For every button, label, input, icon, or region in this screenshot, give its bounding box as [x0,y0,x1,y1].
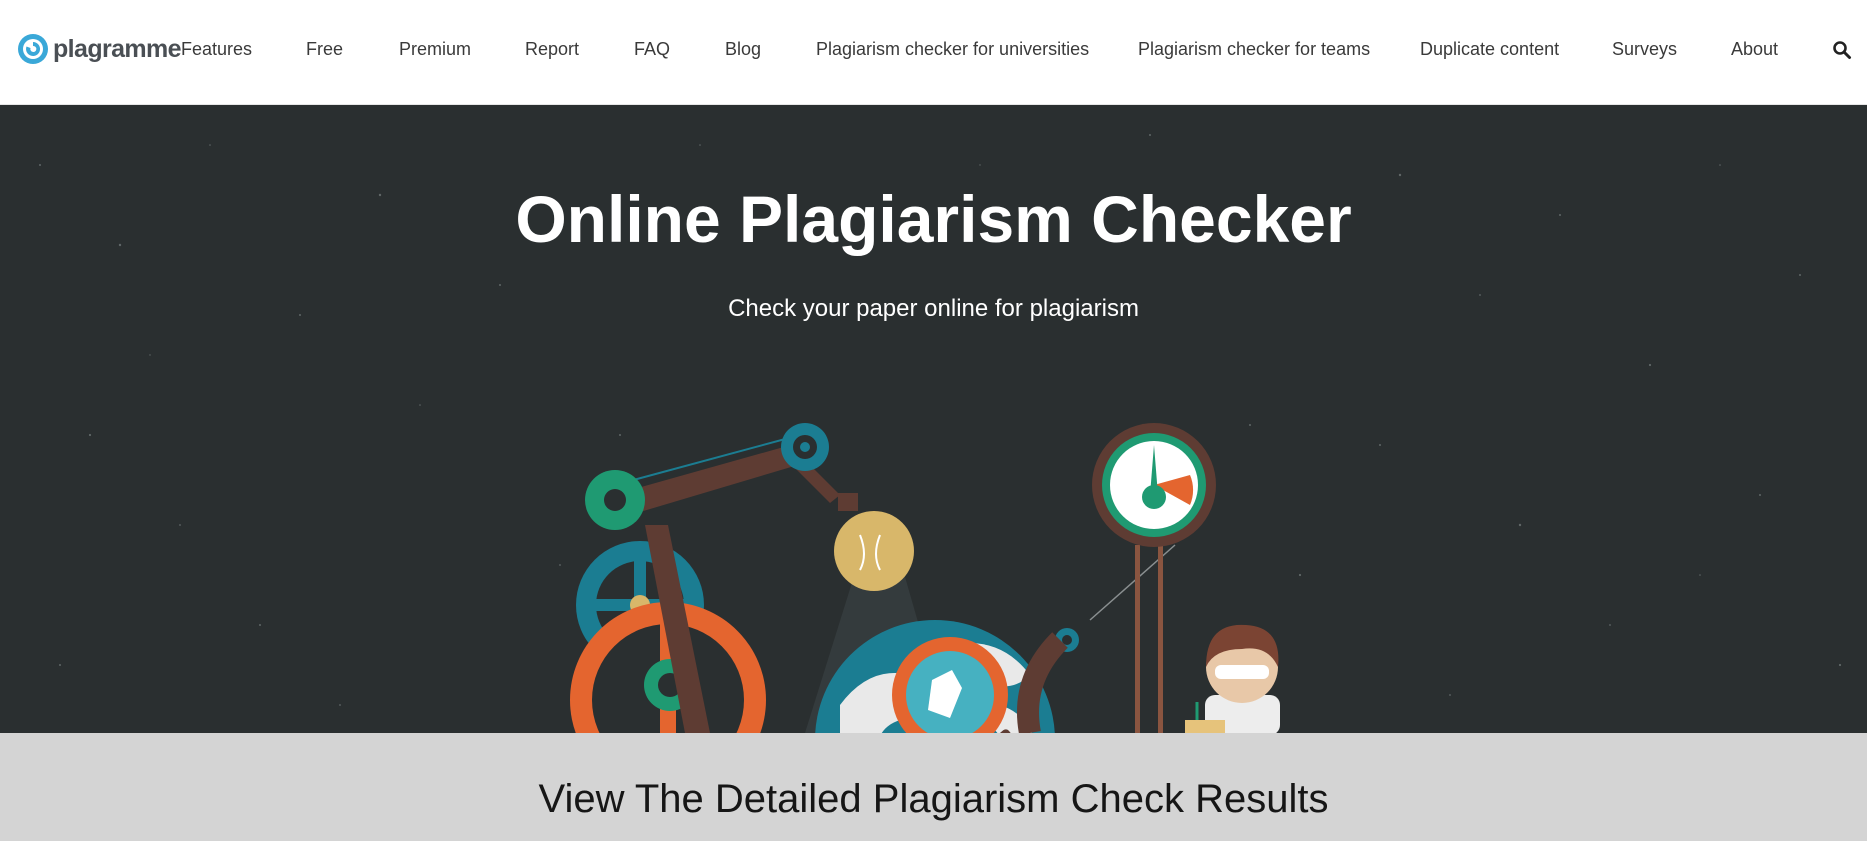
results-section: View The Detailed Plagiarism Check Resul… [0,733,1867,841]
green-gear-icon [585,470,645,530]
light-bulb-icon [834,493,914,591]
nav-universities[interactable]: Plagiarism checker for universities [816,38,1089,60]
nav-blog[interactable]: Blog [725,38,761,60]
hero-title: Online Plagiarism Checker [515,182,1352,256]
nav-free[interactable]: Free [306,38,343,60]
nav-faq[interactable]: FAQ [634,38,670,60]
search-icon [1833,41,1851,59]
hero-illustration [570,423,1280,733]
scientist-figure [1185,624,1280,733]
search-button[interactable] [1832,40,1852,60]
nav-duplicate-content[interactable]: Duplicate content [1420,38,1559,60]
nav-about[interactable]: About [1731,38,1778,60]
results-title: View The Detailed Plagiarism Check Resul… [538,777,1329,821]
brand-logo[interactable]: plagramme [17,32,182,66]
top-gear-icon [781,423,829,471]
brand-name: plagramme [53,34,182,63]
nav-report[interactable]: Report [525,38,579,60]
nav-features[interactable]: Features [181,38,252,60]
hero-subtitle: Check your paper online for plagiarism [728,295,1139,322]
logo-icon [18,34,48,64]
site-header: plagramme Features Free Premium Report F… [0,0,1867,105]
nav-surveys[interactable]: Surveys [1612,38,1677,60]
hero-section: Online Plagiarism Checker Check your pap… [0,105,1867,733]
nav-teams[interactable]: Plagiarism checker for teams [1138,38,1370,60]
gauge-icon [1092,423,1216,733]
nav-premium[interactable]: Premium [399,38,471,60]
